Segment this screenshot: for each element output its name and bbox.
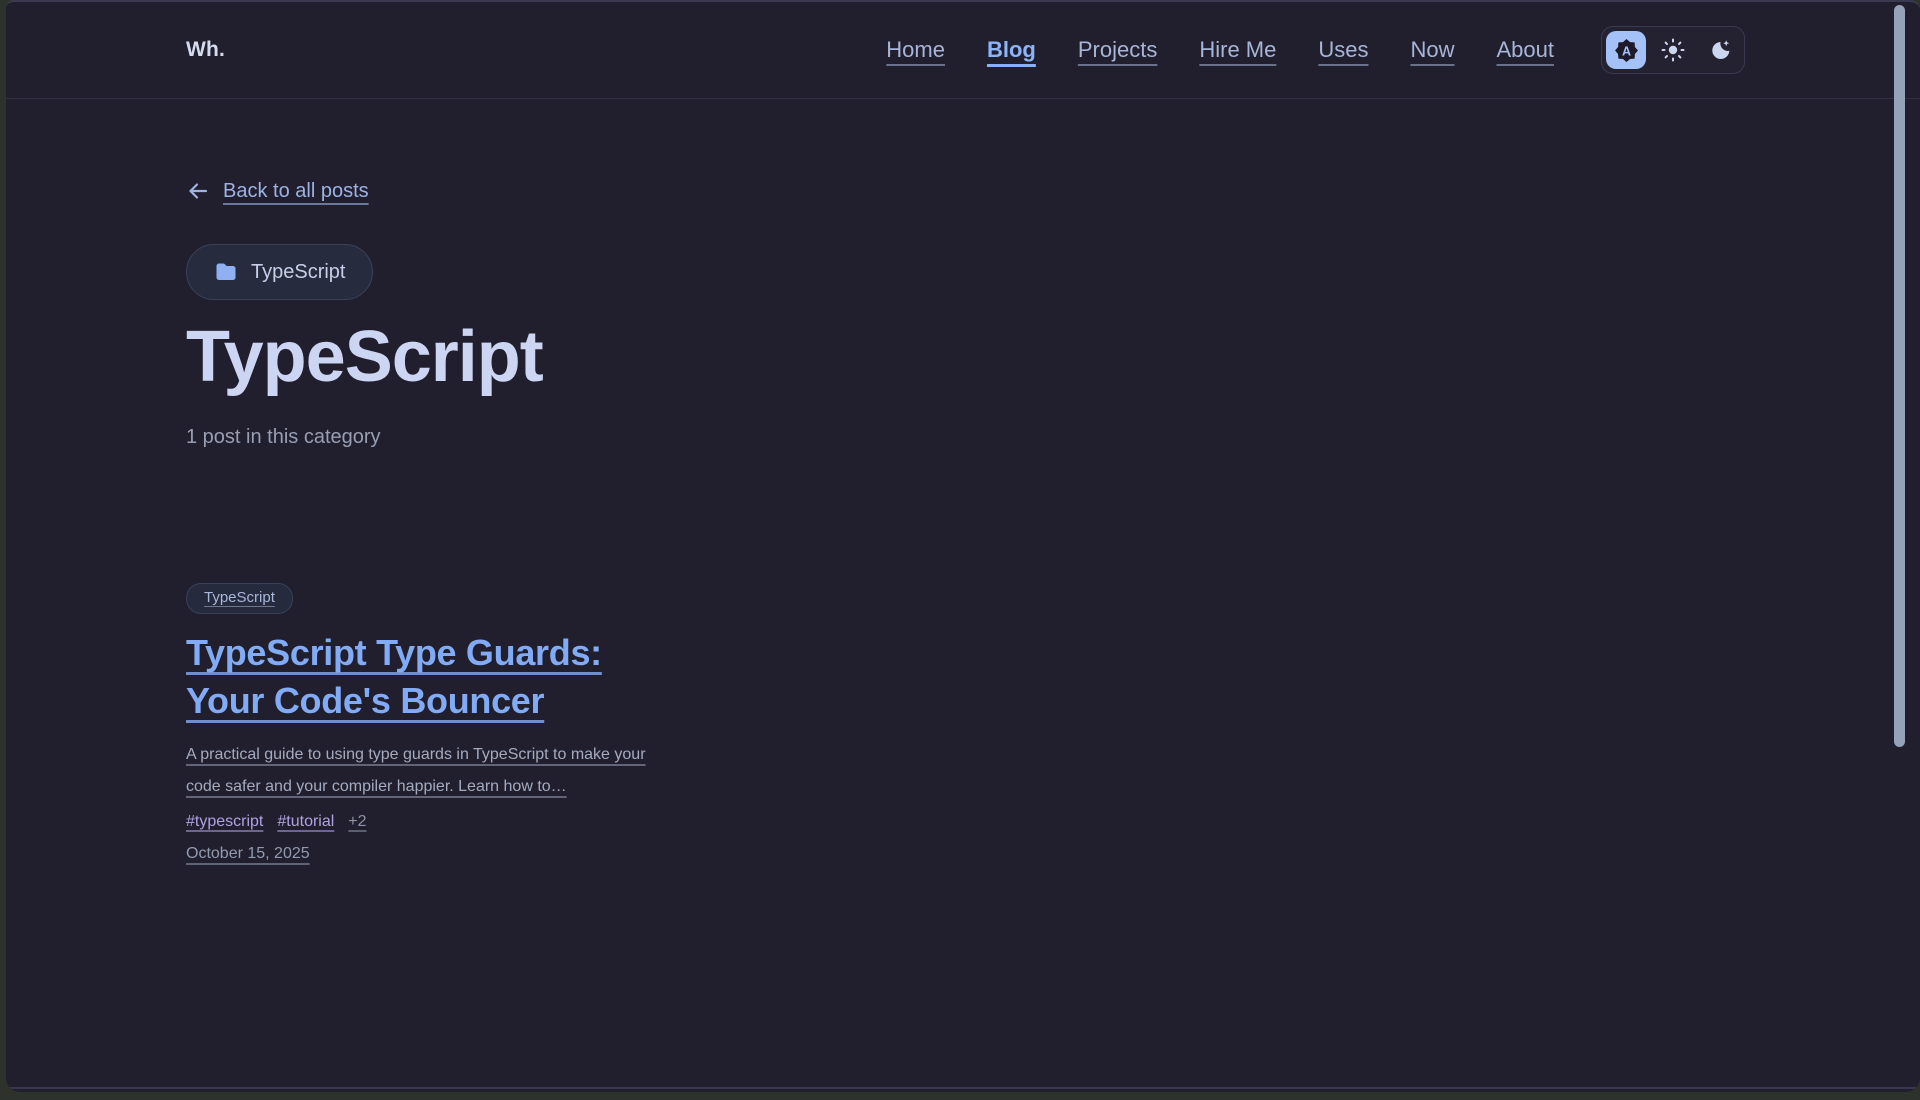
post-excerpt[interactable]: A practical guide to using type guards i…	[186, 739, 661, 803]
category-badge-label: TypeScript	[251, 261, 345, 284]
post-category-pill[interactable]: TypeScript	[186, 583, 293, 614]
theme-auto-button[interactable]: A	[1606, 31, 1646, 69]
back-link-label: Back to all posts	[223, 180, 369, 203]
moon-star-icon	[1708, 38, 1732, 62]
sun-icon	[1661, 38, 1685, 62]
nav-link-hire-me[interactable]: Hire Me	[1199, 37, 1276, 63]
nav-link-now[interactable]: Now	[1410, 37, 1454, 63]
header-right: Home Blog Projects Hire Me Uses Now Abou…	[886, 26, 1745, 74]
post-date[interactable]: October 15, 2025	[186, 845, 310, 863]
nav-link-blog[interactable]: Blog	[987, 37, 1036, 63]
folder-icon	[214, 260, 238, 284]
back-to-posts-link[interactable]: Back to all posts	[186, 179, 369, 203]
tag-typescript[interactable]: #typescript	[186, 813, 263, 831]
post-title-link[interactable]: TypeScript Type Guards: Your Code's Boun…	[186, 629, 661, 725]
auto-theme-badge-icon: A	[1614, 38, 1639, 63]
main-nav: Home Blog Projects Hire Me Uses Now Abou…	[886, 37, 1554, 63]
site-logo[interactable]: Wh.	[186, 38, 225, 62]
theme-light-button[interactable]	[1653, 31, 1693, 69]
browser-viewport: Wh. Home Blog Projects Hire Me Uses Now …	[6, 0, 1920, 1092]
nav-link-about[interactable]: About	[1497, 37, 1555, 63]
category-badge: TypeScript	[186, 244, 373, 300]
nav-link-home[interactable]: Home	[886, 37, 945, 63]
arrow-left-icon	[186, 179, 210, 203]
post-count-text: 1 post in this category	[186, 426, 1920, 449]
vertical-scrollbar[interactable]	[1894, 5, 1905, 747]
nav-link-uses[interactable]: Uses	[1318, 37, 1368, 63]
window-bottom-divider	[6, 1087, 1920, 1089]
main-content: Back to all posts TypeScript TypeScript …	[6, 99, 1920, 863]
nav-link-projects[interactable]: Projects	[1078, 37, 1157, 63]
theme-dark-button[interactable]	[1700, 31, 1740, 69]
page-title: TypeScript	[186, 316, 1920, 398]
more-tags-link[interactable]: +2	[348, 813, 366, 831]
post-card: TypeScript TypeScript Type Guards: Your …	[186, 583, 661, 863]
post-tags-row: #typescript #tutorial +2	[186, 813, 661, 831]
svg-text:A: A	[1621, 44, 1630, 58]
theme-toggle-group: A	[1601, 26, 1745, 74]
site-header: Wh. Home Blog Projects Hire Me Uses Now …	[6, 2, 1920, 99]
tag-tutorial[interactable]: #tutorial	[277, 813, 334, 831]
